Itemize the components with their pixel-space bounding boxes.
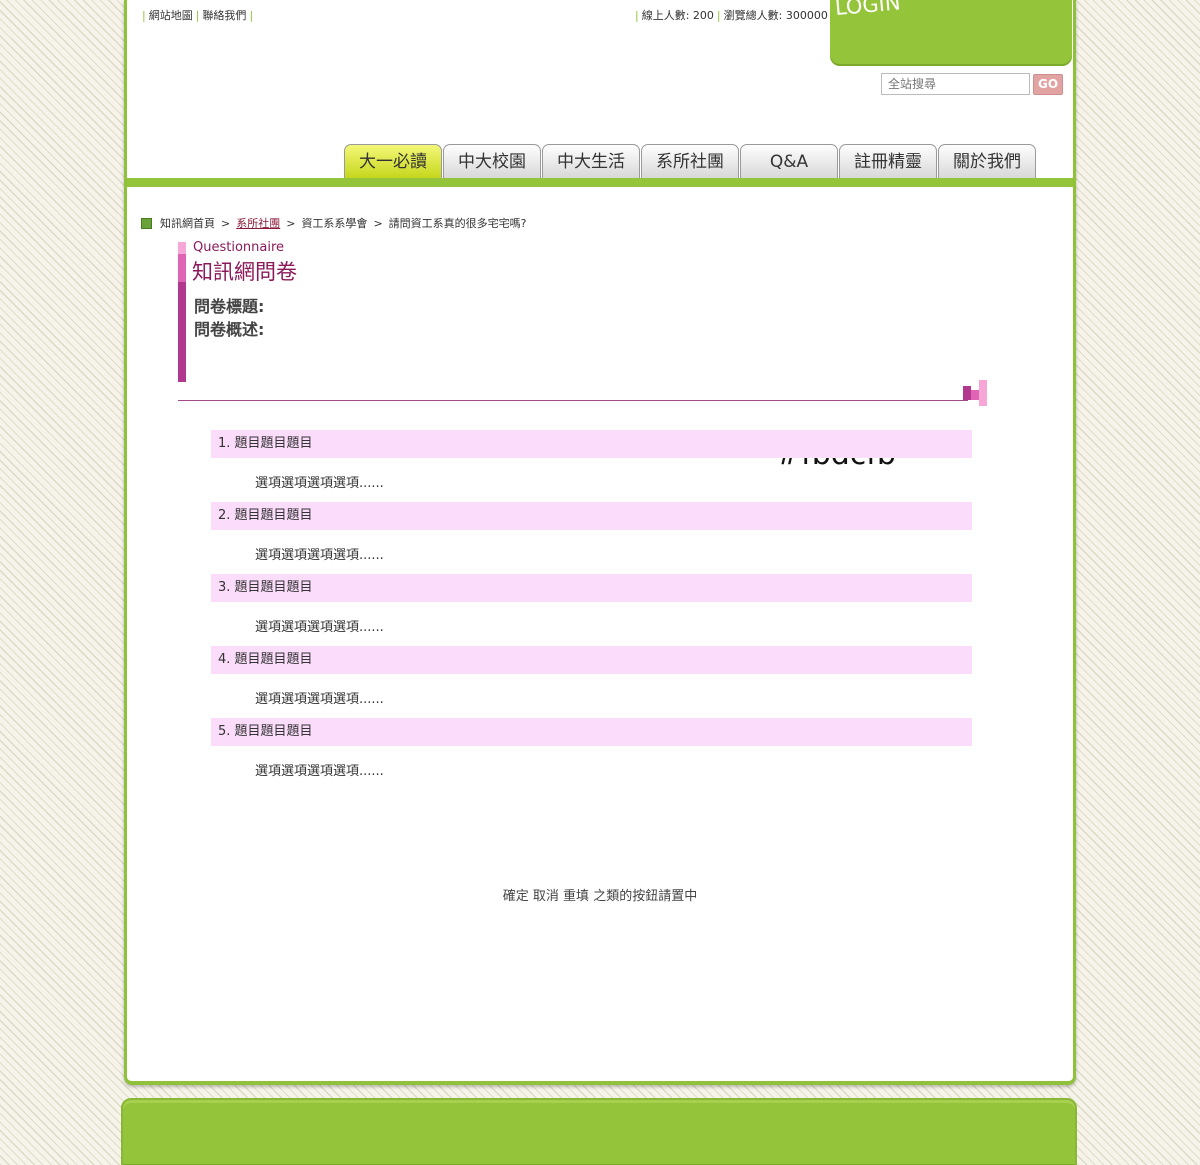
- page-container: |網站地圖|聯絡我們| |線上人數: 200|瀏覽總人數: 300000| LO…: [124, 0, 1076, 1085]
- breadcrumb-home[interactable]: 知訊網首頁: [160, 215, 215, 231]
- breadcrumb-bullet-icon: [141, 217, 152, 229]
- question-option[interactable]: 選項選項選項選項......: [255, 616, 384, 635]
- title-accent-bar: [178, 282, 186, 382]
- question-row: 1. 題目題目題目: [211, 430, 972, 458]
- questionnaire-title-en: Questionnaire: [193, 240, 285, 255]
- buttons-placeholder-note: 確定 取消 重填 之類的按鈕請置中: [502, 889, 698, 904]
- breadcrumb-departments[interactable]: 系所社團: [236, 215, 280, 231]
- divider-decoration: [971, 390, 979, 400]
- contact-link[interactable]: 聯絡我們: [202, 9, 246, 22]
- question-option[interactable]: 選項選項選項選項......: [255, 688, 384, 707]
- search-input[interactable]: [881, 73, 1030, 95]
- login-label[interactable]: LOGIN: [834, 0, 901, 20]
- page-footer: [121, 1098, 1077, 1165]
- tab-freshman-guide[interactable]: 大一必讀: [344, 144, 442, 178]
- tab-qa[interactable]: Q&A: [740, 144, 838, 178]
- question-row: 2. 題目題目題目: [211, 502, 972, 530]
- divider-decoration: [963, 386, 971, 400]
- breadcrumb-club[interactable]: 資工系系學會: [301, 215, 367, 231]
- question-row: 5. 題目題目題目: [211, 718, 972, 746]
- section-divider: [178, 400, 968, 401]
- tab-departments-clubs[interactable]: 系所社團: [641, 144, 739, 178]
- login-box[interactable]: LOGIN: [830, 0, 1072, 66]
- question-option[interactable]: 選項選項選項選項......: [255, 544, 384, 563]
- nav-underline-bar: [127, 178, 1073, 187]
- question-option[interactable]: 選項選項選項選項......: [255, 760, 384, 779]
- breadcrumb: 知訊網首頁 > 系所社團 > 資工系系學會 > 請問資工系真的很多宅宅嗎?: [141, 215, 527, 231]
- visit-count: 瀏覽總人數: 300000: [723, 9, 828, 22]
- title-accent-bar: [178, 254, 186, 282]
- main-nav: 大一必讀 中大校園 中大生活 系所社團 Q&A 註冊精靈 關於我們: [344, 144, 1037, 178]
- question-row: 4. 題目題目題目: [211, 646, 972, 674]
- breadcrumb-current: 請問資工系真的很多宅宅嗎?: [388, 217, 527, 230]
- tab-life[interactable]: 中大生活: [542, 144, 640, 178]
- divider-decoration: [979, 380, 987, 406]
- breadcrumb-separator: >: [221, 216, 231, 230]
- questionnaire-desc-label: 問卷概述:: [194, 320, 265, 339]
- questionnaire-title: 知訊網問卷: [192, 260, 297, 284]
- tab-campus[interactable]: 中大校園: [443, 144, 541, 178]
- sitemap-link[interactable]: 網站地圖: [149, 9, 193, 22]
- online-count: 線上人數: 200: [641, 9, 714, 22]
- question-option[interactable]: 選項選項選項選項......: [255, 472, 384, 491]
- site-stats: |線上人數: 200|瀏覽總人數: 300000|: [635, 9, 835, 22]
- top-links: | 網站地圖 | 聯絡我們 |: [142, 9, 254, 22]
- tab-about[interactable]: 關於我們: [938, 144, 1036, 178]
- question-row: 3. 題目題目題目: [211, 574, 972, 602]
- title-accent-bar: [178, 242, 186, 254]
- breadcrumb-separator: >: [373, 216, 383, 230]
- search-go-button[interactable]: GO: [1033, 74, 1063, 95]
- breadcrumb-separator: >: [286, 216, 296, 230]
- questionnaire-title-label: 問卷標題:: [194, 297, 265, 316]
- tab-registration[interactable]: 註冊精靈: [839, 144, 937, 178]
